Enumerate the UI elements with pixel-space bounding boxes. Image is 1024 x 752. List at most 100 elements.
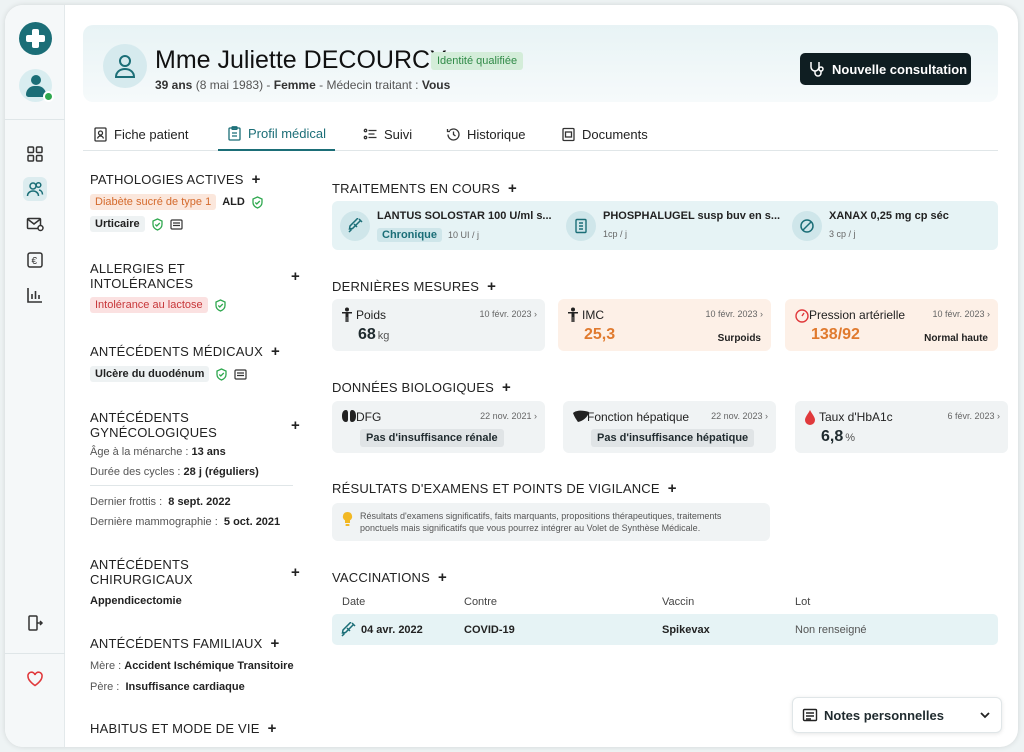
app-logo[interactable] (19, 22, 52, 55)
table-row[interactable]: 04 avr. 2022 COVID-19 Spikevax Non rense… (332, 614, 998, 645)
chronic-badge: Chronique (377, 228, 442, 242)
patient-avatar-icon (103, 44, 147, 88)
app-window: € Mme Juliette DECOURCY Identité qualifi… (5, 5, 1018, 747)
lightbulb-icon (342, 511, 353, 526)
treatment-item[interactable]: LANTUS SOLOSTAR 100 U/ml s... Chronique 1… (332, 201, 557, 250)
cycle-row: Durée des cycles : 28 j (réguliers) (90, 466, 259, 478)
shield-check-icon (151, 217, 163, 231)
pathology-chip[interactable]: Urticaire (90, 216, 145, 232)
treatment-item[interactable]: XANAX 0,25 mg cp séc 3 cp / j (784, 201, 998, 250)
section-bio: DONNÉES BIOLOGIQUES + (332, 379, 511, 396)
bio-card-dfg[interactable]: DFG 22 nov. 2021 › Pas d'insuffisance ré… (332, 401, 545, 453)
dashboard-icon[interactable] (23, 142, 47, 166)
notes-icon (802, 708, 818, 722)
clipboard-icon (228, 125, 241, 141)
section-treatments: TRAITEMENTS EN COURS + (332, 180, 517, 197)
logout-icon[interactable] (23, 611, 47, 635)
add-habitus-button[interactable]: + (268, 720, 277, 737)
left-column: PATHOLOGIES ACTIVES + Diabète sucré de ty… (90, 171, 300, 737)
tablet-icon (566, 211, 596, 241)
blood-pressure-icon (795, 309, 809, 323)
bio-card-liver[interactable]: Fonction hépatique 22 nov. 2023 › Pas d'… (563, 401, 776, 453)
treatments-panel: LANTUS SOLOSTAR 100 U/ml s... Chronique 1… (332, 201, 998, 250)
add-pathology-button[interactable]: + (252, 171, 261, 188)
svg-text:€: € (32, 256, 38, 267)
tab-documents[interactable]: Documents (561, 117, 648, 151)
bio-card-hba1c[interactable]: Taux d'HbA1c 6 févr. 2023 › 6,8% (795, 401, 1008, 453)
person-icon (568, 307, 578, 322)
main-content: Mme Juliette DECOURCY Identité qualifiée… (65, 5, 1018, 747)
menarche-row: Âge à la ménarche : 13 ans (90, 446, 226, 458)
tab-profil-medical[interactable]: Profil médical (218, 117, 336, 151)
new-consultation-button[interactable]: Nouvelle consultation (800, 53, 971, 85)
add-allergy-button[interactable]: + (291, 268, 300, 285)
syringe-icon (340, 211, 370, 241)
stethoscope-icon (810, 62, 824, 77)
shield-check-icon (214, 298, 226, 312)
tab-bar: Fiche patient Profil médical Suivi Histo… (83, 117, 998, 151)
person-icon (342, 307, 352, 322)
col-vaccin: Vaccin (662, 596, 695, 608)
exams-placeholder[interactable]: Résultats d'examens significatifs, faits… (332, 503, 770, 541)
measure-card-weight[interactable]: Poids 10 févr. 2023 › 68 kg (332, 299, 545, 351)
add-family-button[interactable]: + (271, 635, 280, 652)
section-pathologies: PATHOLOGIES ACTIVES + (90, 171, 261, 188)
pathology-chip[interactable]: Diabète sucré de type 1 (90, 194, 217, 210)
section-surgical: ANTÉCÉDENTS CHIRURGICAUX + (90, 557, 300, 587)
identity-badge: Identité qualifiée (431, 52, 524, 70)
section-allergies: ALLERGIES ET INTOLÉRANCES + (90, 261, 300, 291)
section-vaccinations: VACCINATIONS + (332, 569, 447, 586)
section-exams: RÉSULTATS D'EXAMENS ET POINTS DE VIGILAN… (332, 480, 677, 497)
billing-icon[interactable]: € (23, 248, 47, 272)
add-measure-button[interactable]: + (487, 278, 496, 295)
add-bio-button[interactable]: + (502, 379, 511, 396)
id-card-icon (94, 126, 107, 142)
add-treatment-button[interactable]: + (508, 180, 517, 197)
add-vaccination-button[interactable]: + (438, 569, 447, 586)
col-contre: Contre (464, 596, 498, 608)
documents-icon (562, 127, 575, 141)
blood-drop-icon (805, 410, 815, 425)
measure-card-bmi[interactable]: IMC 10 févr. 2023 › 25,3 Surpoids (558, 299, 771, 351)
statistics-icon[interactable] (23, 283, 47, 307)
note-icon[interactable] (234, 368, 248, 381)
treatment-item[interactable]: PHOSPHALUGEL susp buv en s... 1cp / j (558, 201, 783, 250)
ald-badge: ALD (222, 196, 245, 208)
mother-row: Mère : Accident Ischémique Transitoire (90, 660, 294, 672)
section-medical-history: ANTÉCÉDENTS MÉDICAUX + (90, 343, 280, 360)
online-status-icon (43, 91, 54, 102)
heart-icon[interactable] (23, 667, 47, 691)
history-icon (446, 127, 460, 141)
medical-history-chip[interactable]: Ulcère du duodénum (90, 366, 210, 382)
add-exam-button[interactable]: + (668, 480, 677, 497)
sidebar: € (5, 5, 65, 747)
measure-card-blood-pressure[interactable]: Pression artérielle 10 févr. 2023 › 138/… (785, 299, 998, 351)
add-surgical-button[interactable]: + (291, 564, 300, 581)
doctor-avatar[interactable] (19, 69, 54, 102)
chevron-down-icon[interactable] (979, 709, 991, 721)
personal-notes-panel[interactable]: Notes personnelles (792, 697, 1002, 733)
frottis-row: Dernier frottis : 8 sept. 2022 (90, 496, 231, 508)
col-lot: Lot (795, 596, 811, 608)
col-date: Date (342, 596, 366, 608)
tab-historique[interactable]: Historique (446, 117, 526, 151)
pill-icon (792, 211, 822, 241)
father-row: Père : Insuffisance cardiaque (90, 681, 245, 693)
section-gyneco: ANTÉCÉDENTS GYNÉCOLOGIQUES + (90, 410, 300, 440)
messaging-icon[interactable] (23, 212, 47, 236)
tab-suivi[interactable]: Suivi (363, 117, 412, 151)
add-medical-history-button[interactable]: + (271, 343, 280, 360)
section-family: ANTÉCÉDENTS FAMILIAUX + (90, 635, 280, 652)
note-icon[interactable] (170, 218, 183, 231)
patients-icon[interactable] (23, 177, 47, 201)
mammo-row: Dernière mammographie : 5 oct. 2021 (90, 516, 281, 528)
allergy-chip[interactable]: Intolérance au lactose (90, 297, 208, 313)
add-gyneco-button[interactable]: + (291, 417, 300, 434)
tab-fiche-patient[interactable]: Fiche patient (93, 117, 188, 151)
shield-check-icon (252, 195, 263, 209)
surgical-item: Appendicectomie (90, 595, 182, 607)
list-icon (363, 128, 377, 139)
patient-info: 39 ans (8 mai 1983) - Femme - Médecin tr… (155, 78, 451, 92)
patient-header: Mme Juliette DECOURCY Identité qualifiée… (83, 25, 998, 102)
kidney-icon (342, 410, 356, 422)
